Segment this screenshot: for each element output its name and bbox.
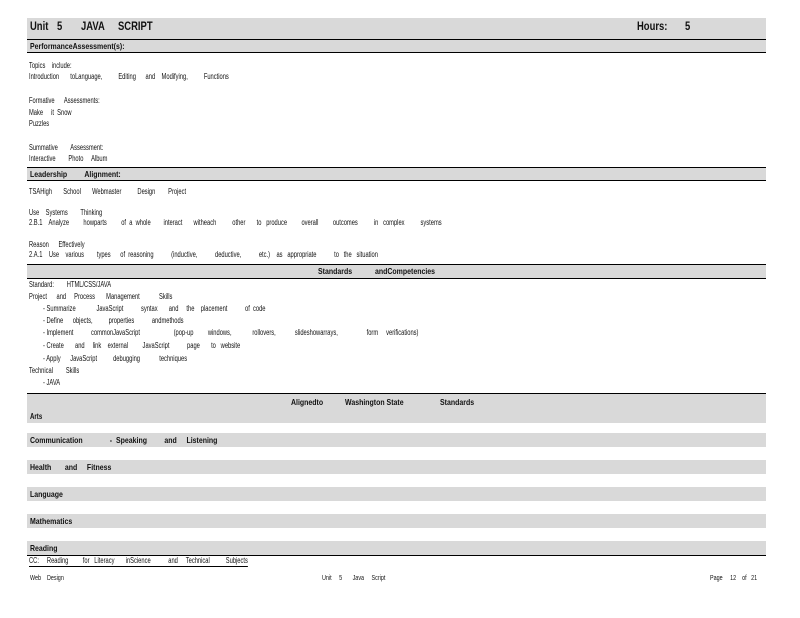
systems-thinking-line: 2.B.1 Analyze howparts of a whole intera… bbox=[29, 218, 442, 227]
systems-thinking-label: Use Systems Thinking bbox=[29, 208, 103, 217]
performance-assessment-header: PerformanceAssessment(s): bbox=[27, 40, 766, 53]
summative-item: Interactive Photo Album bbox=[29, 154, 108, 163]
formative-item: Puzzles bbox=[29, 119, 50, 128]
leadership-body: TSAHigh School Webmaster Design Project … bbox=[27, 181, 766, 264]
communication-label: Communication - Speaking and Listening bbox=[30, 435, 218, 445]
standards-heading-1: Standards bbox=[318, 266, 353, 276]
cc-reading-row: CC: Reading for Literacy inScience and T… bbox=[27, 556, 766, 567]
performance-assessment-heading: PerformanceAssessment(s): bbox=[30, 41, 125, 51]
footer-page-number: Page 12 of 21 bbox=[710, 573, 758, 582]
unit-label: Unit bbox=[30, 21, 49, 33]
project-skill-item: - Summarize JavaScript syntax and the pl… bbox=[43, 304, 266, 313]
aligned-heading-part-1: Alignedto bbox=[291, 397, 324, 407]
language-label: Language bbox=[30, 489, 63, 499]
document: Unit 5 JAVA SCRIPT Hours: 5 PerformanceA… bbox=[27, 18, 766, 587]
project-skills-label: Project and Process Management Skills bbox=[29, 292, 173, 301]
project-skill-item: - Define objects, properties andmethods bbox=[43, 316, 184, 325]
aligned-standards-header: Alignedto Washington State Standards Art… bbox=[27, 393, 766, 423]
reason-label: Reason Effectively bbox=[29, 240, 85, 249]
cc-reading-line: CC: Reading for Literacy inScience and T… bbox=[29, 556, 248, 567]
standards-heading-2: andCompetencies bbox=[375, 266, 436, 276]
communication-row: Communication - Speaking and Listening bbox=[27, 433, 766, 447]
footer-course: Web Design bbox=[30, 573, 64, 582]
health-row: Health and Fitness bbox=[27, 460, 766, 474]
tsa-project-line: TSAHigh School Webmaster Design Project bbox=[29, 187, 187, 196]
performance-assessment-body: Topics include: Introduction toLanguage,… bbox=[27, 53, 766, 167]
arts-label: Arts bbox=[30, 411, 43, 421]
language-row: Language bbox=[27, 487, 766, 501]
formative-item: Make it Snow bbox=[29, 108, 72, 117]
unit-title-word-1: JAVA bbox=[81, 21, 105, 33]
health-label: Health and Fitness bbox=[30, 462, 112, 472]
aligned-heading-part-3: Standards bbox=[440, 397, 475, 407]
aligned-heading-part-2: Washington State bbox=[345, 397, 404, 407]
mathematics-label: Mathematics bbox=[30, 516, 73, 526]
reading-row: Reading bbox=[27, 541, 766, 556]
leadership-header: Leadership Alignment: bbox=[27, 167, 766, 181]
footer-unit: Unit 5 Java Script bbox=[322, 573, 386, 582]
project-skill-item: - Create and link external JavaScript pa… bbox=[43, 341, 241, 350]
topics-line: Introduction toLanguage, Editing and Mod… bbox=[29, 72, 229, 81]
hours-label: Hours: bbox=[637, 21, 668, 33]
reason-line: 2.A.1 Use various types of reasoning (in… bbox=[29, 250, 378, 259]
standards-body: Standard: HTML/CSS/JAVA Project and Proc… bbox=[27, 279, 766, 393]
technical-skill-item: - JAVA bbox=[43, 378, 61, 387]
standard-line: Standard: HTML/CSS/JAVA bbox=[29, 280, 112, 289]
summative-label: Summative Assessment: bbox=[29, 143, 104, 152]
mathematics-row: Mathematics bbox=[27, 514, 766, 528]
formative-label: Formative Assessments: bbox=[29, 96, 100, 105]
unit-number: 5 bbox=[57, 21, 63, 33]
standards-header: Standards andCompetencies bbox=[27, 264, 766, 279]
unit-title-bar: Unit 5 JAVA SCRIPT Hours: 5 bbox=[27, 18, 766, 40]
leadership-heading: Leadership Alignment: bbox=[30, 169, 121, 179]
unit-title-word-2: SCRIPT bbox=[118, 21, 153, 33]
project-skill-item: - Apply JavaScript debugging techniques bbox=[43, 354, 188, 363]
project-skill-item: - Implement commonJavaScript (pop-up win… bbox=[43, 328, 419, 337]
page-footer: Web Design Unit 5 Java Script Page 12 of… bbox=[27, 567, 766, 587]
hours-value: 5 bbox=[685, 21, 691, 33]
reading-label: Reading bbox=[30, 543, 58, 553]
technical-skills-label: Technical Skills bbox=[29, 366, 80, 375]
topics-label: Topics include: bbox=[29, 61, 72, 70]
